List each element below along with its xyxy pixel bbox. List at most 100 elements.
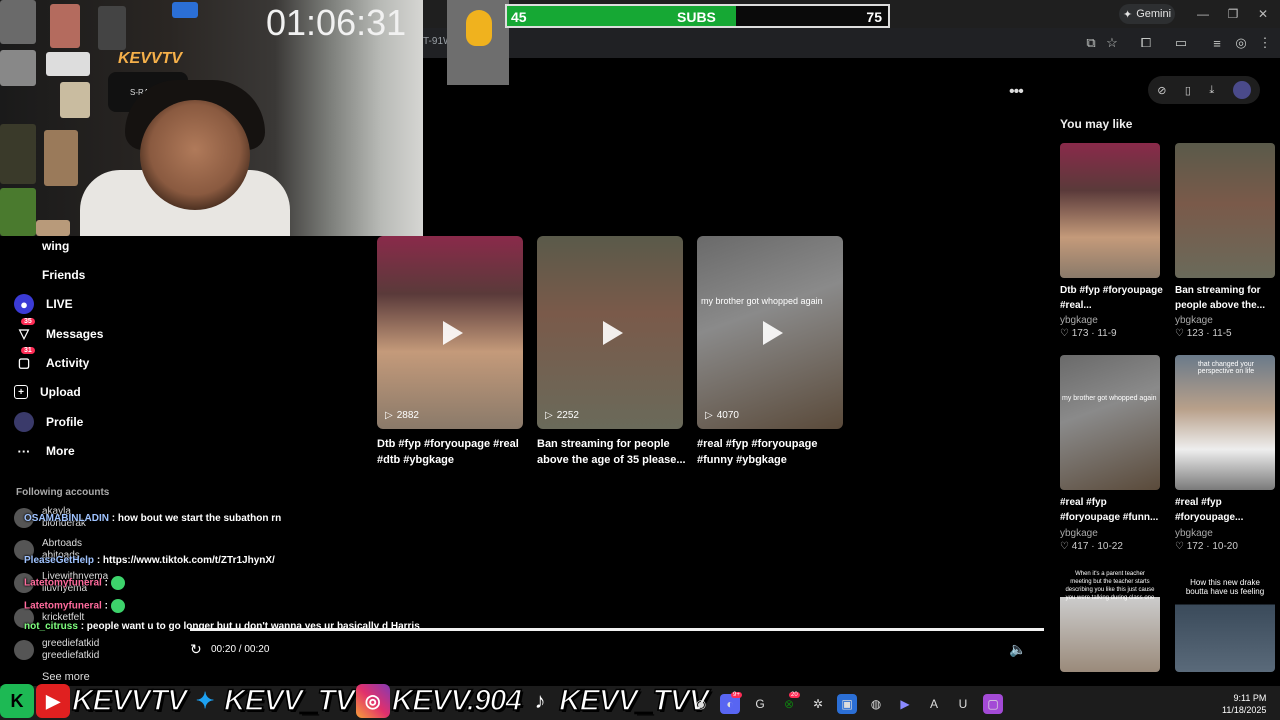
play-small-icon: ▷ xyxy=(545,410,553,421)
rail-video-thumb[interactable]: that changed your perspective on life xyxy=(1175,355,1275,490)
rail-video-author[interactable]: ybgkage xyxy=(1175,528,1213,539)
rail-video-title[interactable]: #real #fyp #foryoupage... xyxy=(1175,495,1279,525)
minimize-icon[interactable]: — xyxy=(1190,4,1216,24)
view-count: ▷ 2252 xyxy=(545,410,579,421)
rail-video-thumb[interactable]: my brother got whopped again xyxy=(1060,355,1160,490)
rail-video-author[interactable]: ybgkage xyxy=(1060,528,1098,539)
mascot-figure xyxy=(466,10,492,46)
video-card[interactable]: my brother got whopped again ▷ 4070 xyxy=(697,236,843,429)
sidebar-item-upload[interactable]: + Upload xyxy=(14,380,81,404)
emote-icon xyxy=(110,599,125,613)
rail-video-title[interactable]: #real #fyp #foryoupage #funn... xyxy=(1060,495,1164,525)
steam-icon[interactable]: ◉ xyxy=(691,694,711,714)
phone-icon[interactable]: ▯ xyxy=(1185,84,1191,97)
rail-video-thumb[interactable] xyxy=(1060,143,1160,278)
sticker-image xyxy=(0,0,36,44)
kebab-menu-icon[interactable]: ⋮ xyxy=(1256,34,1274,52)
social-banner: K ▶ KEVVTV ✦ KEVV_TV ◎ KEVV.904 ♪ KEVV_T… xyxy=(0,682,710,720)
sidebar-item-friends[interactable]: Friends xyxy=(42,263,85,287)
play-small-icon: ▷ xyxy=(385,410,393,421)
sidebar-item-messages[interactable]: ▽ 35 Messages xyxy=(14,318,103,346)
heart-icon: ♡ xyxy=(1060,541,1069,552)
subs-current: 45 xyxy=(511,9,527,25)
subs-goal-bar: 45 SUBS 75 xyxy=(505,4,890,28)
rail-video-stats: ♡ 172 · 10-20 xyxy=(1175,541,1238,552)
video-caption-overlay: my brother got whopped again xyxy=(701,296,823,306)
rail-video-title[interactable]: Dtb #fyp #foryoupage #real... xyxy=(1060,283,1164,313)
rail-video-thumb[interactable]: How this new drake boutta have us feelin… xyxy=(1175,568,1275,672)
live-icon: ● xyxy=(14,294,34,314)
bookmark-star-icon[interactable]: ☆ xyxy=(1103,34,1121,52)
rail-video-stats: ♡ 123 · 11-5 xyxy=(1175,328,1232,339)
following-account[interactable]: greediefatkid greediefatkid xyxy=(14,638,99,662)
video-title[interactable]: Ban streaming for people above the age o… xyxy=(537,436,687,468)
webcam-overlay: KEVVTV S-RACER 01:06:31 xyxy=(0,0,423,236)
rail-video-thumb[interactable] xyxy=(1175,143,1275,278)
gemini-button[interactable]: ✦ Gemini xyxy=(1119,4,1175,24)
arc-icon[interactable]: A xyxy=(924,694,944,714)
extensions-icon[interactable]: ⧠ xyxy=(1137,34,1155,52)
rail-video-author[interactable]: ybgkage xyxy=(1060,315,1098,326)
twitter-icon: ✦ xyxy=(195,688,215,713)
reading-list-icon[interactable]: ≡ xyxy=(1208,34,1226,52)
rail-video-title[interactable]: Ban streaming for people above the... xyxy=(1175,283,1279,313)
download-icon[interactable]: ⤓ xyxy=(1209,84,1214,97)
activity-icon: ▢ 31 xyxy=(14,347,35,373)
sticker-image xyxy=(50,4,80,48)
video-title[interactable]: #real #fyp #foryoupage #funny #ybgkage xyxy=(697,436,847,468)
avatar xyxy=(14,640,34,660)
chat-message: Latetomyfuneral : xyxy=(24,599,125,613)
replay-icon[interactable]: ↻ xyxy=(190,641,202,658)
sparkle-icon: ✦ xyxy=(1122,8,1133,21)
close-icon[interactable]: ✕ xyxy=(1250,4,1276,24)
avatar[interactable] xyxy=(1232,81,1251,99)
instagram-handle: KEVV.904 xyxy=(391,683,523,718)
twitter-handle: KEVV_TV xyxy=(223,683,355,718)
settings-icon[interactable]: ✲ xyxy=(808,694,828,714)
upload-icon: + xyxy=(14,385,28,399)
link-icon[interactable]: ⊘ xyxy=(1157,84,1166,97)
more-options-icon[interactable]: ••• xyxy=(1009,83,1024,101)
video-card[interactable]: ▷ 2252 xyxy=(537,236,683,429)
kick-icon: K xyxy=(0,684,34,718)
heart-icon: ♡ xyxy=(1175,328,1184,339)
more-icon: ··· xyxy=(17,443,31,459)
sticker-image xyxy=(98,6,126,50)
discord-badge: 9+ xyxy=(731,692,742,698)
sticker-image xyxy=(172,2,198,18)
heart-icon: ♡ xyxy=(1175,541,1184,552)
media-player-icon[interactable]: ▶ xyxy=(895,694,915,714)
sidebar-item-more[interactable]: ··· More xyxy=(14,439,75,463)
rail-video-thumb[interactable]: When it's a parent teacher meeting but t… xyxy=(1060,568,1160,672)
unreal-icon[interactable]: U xyxy=(953,694,973,714)
install-app-icon[interactable]: ⧉ xyxy=(1082,34,1100,52)
you-may-like-header: You may like xyxy=(1060,117,1133,131)
play-icon xyxy=(443,320,463,345)
sticker-image xyxy=(0,188,36,236)
obs-icon[interactable]: ▢ xyxy=(983,694,1003,714)
sidebar-item-profile[interactable]: Profile xyxy=(14,410,83,434)
streamer-face xyxy=(140,100,250,210)
messages-icon: ▽ 35 xyxy=(14,318,35,344)
sticker-image xyxy=(44,130,78,186)
emote-icon xyxy=(110,576,125,590)
sidebar-item-following[interactable]: wing xyxy=(42,234,69,258)
youtube-handle: KEVVTV xyxy=(71,683,188,718)
system-clock[interactable]: 9:11 PM 11/18/2025 xyxy=(1222,692,1266,716)
cast-icon[interactable]: ▭ xyxy=(1172,34,1190,52)
rail-video-author[interactable]: ybgkage xyxy=(1175,315,1213,326)
app-icon[interactable]: G xyxy=(750,694,770,714)
volume-icon[interactable]: 🔈 xyxy=(1009,641,1026,658)
video-progress-bar[interactable] xyxy=(190,628,1044,631)
photos-icon[interactable]: ▣ xyxy=(837,694,857,714)
sidebar-item-activity[interactable]: ▢ 31 Activity xyxy=(14,347,89,375)
video-time: 00:20 / 00:20 xyxy=(211,644,270,655)
maximize-icon[interactable]: ❐ xyxy=(1220,4,1246,24)
video-card[interactable]: ▷ 2882 xyxy=(377,236,523,429)
sidebar-item-live[interactable]: ● LIVE xyxy=(14,292,73,316)
play-icon xyxy=(603,320,623,345)
chrome-icon[interactable]: ◍ xyxy=(866,694,886,714)
profile-avatar-icon[interactable]: ◎ xyxy=(1232,34,1250,52)
rail-toolbar: ⊘ ▯ ⤓ xyxy=(1148,76,1260,104)
video-title[interactable]: Dtb #fyp #foryoupage #real #dtb #ybgkage xyxy=(377,436,527,468)
